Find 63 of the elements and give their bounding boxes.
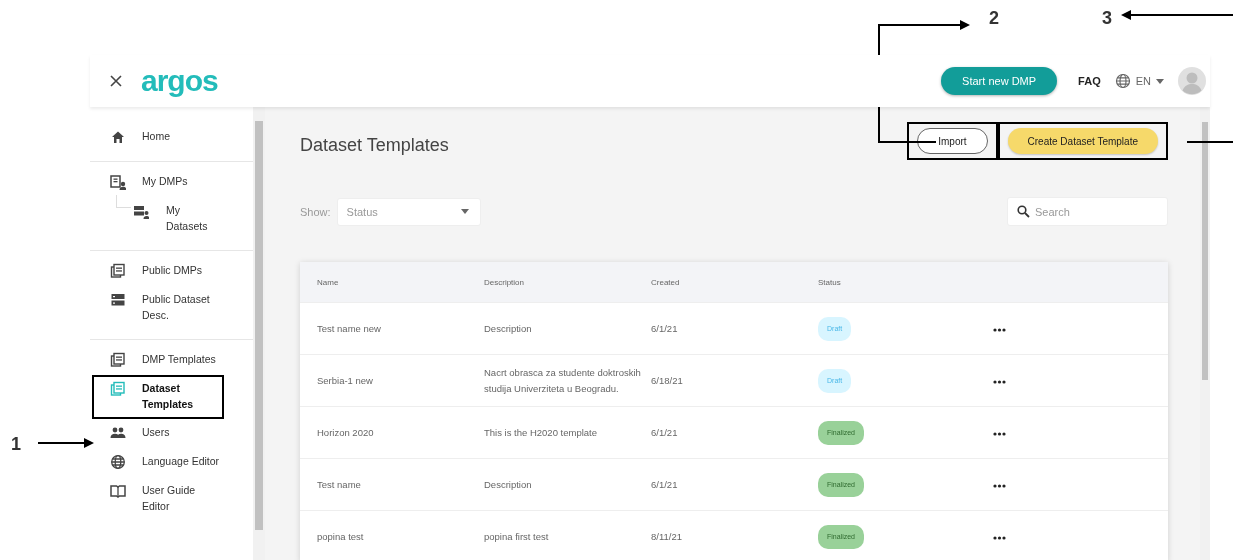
create-button[interactable]: Create Dataset Template <box>1007 128 1158 154</box>
table-cell-text: Serbia-1 new <box>317 373 374 388</box>
column-header[interactable]: Name <box>317 277 484 287</box>
page-title: Dataset Templates <box>300 134 449 156</box>
sidebar-item[interactable]: DMP Templates <box>92 346 224 375</box>
filter-label: Show: <box>300 205 331 218</box>
more-icon[interactable] <box>993 327 1006 332</box>
globe-icon <box>1114 73 1131 89</box>
documents-icon <box>110 263 126 279</box>
documents-icon <box>110 352 126 368</box>
leader-line <box>1187 141 1233 143</box>
table-cell-text: 6/18/21 <box>651 373 684 388</box>
close-icon[interactable] <box>110 75 122 87</box>
book-icon <box>110 483 126 499</box>
home-icon <box>110 129 126 145</box>
table-cell-text: Description <box>484 477 533 492</box>
sidebar-item[interactable]: Dataset Templates <box>92 375 224 419</box>
table-cell-text: Test name new <box>317 321 382 336</box>
sidebar-item[interactable]: Language Editor <box>92 448 224 477</box>
search-field[interactable]: Search <box>1007 197 1168 226</box>
globe-icon <box>110 454 126 470</box>
sidebar-item[interactable]: Public DMPs <box>92 257 224 286</box>
column-header[interactable]: Created <box>651 277 818 287</box>
search-icon <box>1017 205 1030 218</box>
server-person-icon <box>133 203 149 219</box>
table-cell-text: 6/1/21 <box>651 321 679 336</box>
server-icon <box>110 292 126 308</box>
column-header[interactable]: Status <box>818 277 993 287</box>
callout-number: 2 <box>989 8 999 28</box>
more-icon[interactable] <box>993 379 1006 384</box>
table-cell-text: 6/1/21 <box>651 425 679 440</box>
sidebar-item[interactable]: Public Dataset Desc. <box>92 286 224 330</box>
callout-number: 1 <box>11 434 21 454</box>
table-cell-text: Description <box>484 321 533 336</box>
column-header[interactable]: Description <box>484 277 651 287</box>
sidebar-item[interactable]: User Guide Editor <box>92 477 224 521</box>
scrollbar[interactable] <box>1200 107 1210 560</box>
sidebar-item[interactable]: My DMPs <box>92 168 224 197</box>
caret-icon <box>1156 78 1164 84</box>
documents-icon <box>110 381 126 397</box>
import-button[interactable]: Import <box>917 128 988 154</box>
more-icon[interactable] <box>993 535 1006 540</box>
table-cell-text: Horizon 2020 <box>317 425 375 440</box>
table-cell-text: 8/11/21 <box>651 529 683 544</box>
callout-arrow <box>38 438 94 448</box>
sidebar-item[interactable]: Users <box>92 419 224 448</box>
more-icon[interactable] <box>993 483 1006 488</box>
sidebar-item[interactable]: Home <box>92 123 224 152</box>
faq-link[interactable]: FAQ <box>1078 75 1101 87</box>
table-cell-text: popina test <box>317 529 365 544</box>
table-cell-text: Nacrt obrasca za studente doktroskih studija Univerziteta u Beogradu. <box>484 365 642 396</box>
document-person-icon <box>110 174 126 190</box>
language-selector[interactable]: EN <box>1114 73 1164 89</box>
scrollbar[interactable] <box>253 107 265 560</box>
table-cell-text: This is the H2020 template <box>484 425 598 440</box>
table-cell-text: popina first test <box>484 529 550 544</box>
people-icon <box>110 425 126 441</box>
more-icon[interactable] <box>993 431 1006 436</box>
table-cell-text: Test name <box>317 477 362 492</box>
sidebar-item[interactable]: My Datasets <box>131 197 218 241</box>
caret-icon <box>460 209 469 214</box>
callout-number: 3 <box>1102 8 1112 28</box>
table-cell-text: 6/1/21 <box>651 477 679 492</box>
